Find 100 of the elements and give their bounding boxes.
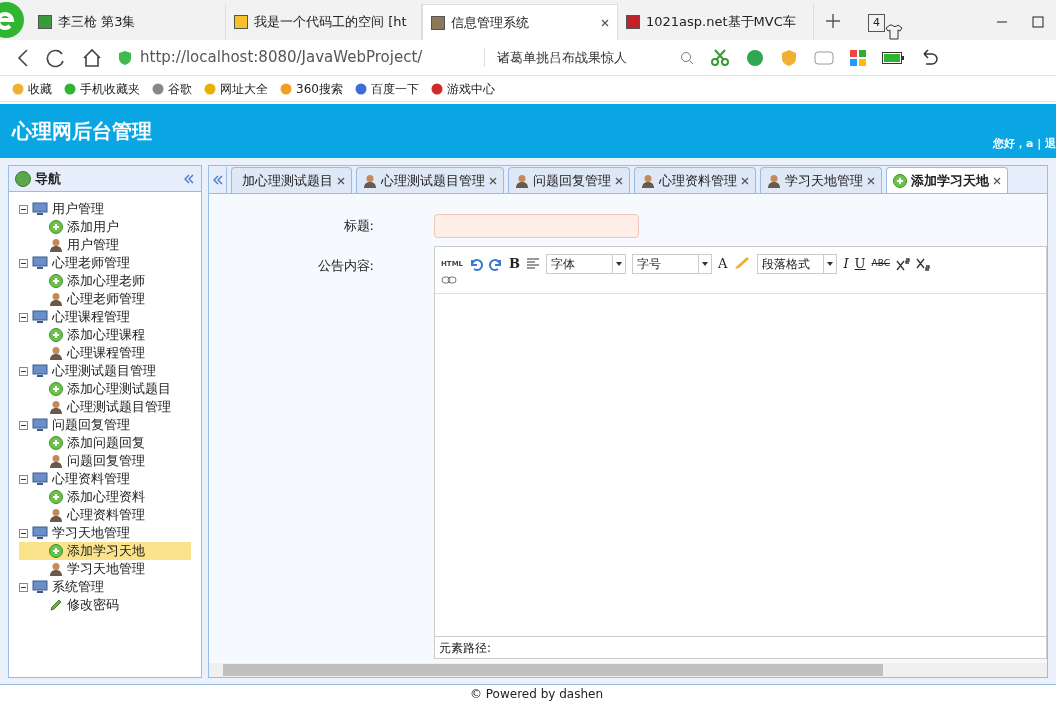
title-label: 标题:	[342, 217, 374, 236]
battery-icon[interactable]	[882, 51, 904, 64]
close-icon[interactable]	[615, 176, 623, 185]
content-tab[interactable]: 问题回复管理	[508, 167, 630, 193]
content-tab[interactable]: 加心理测试题目	[231, 167, 352, 193]
tree-item[interactable]: 添加学习天地	[19, 542, 191, 560]
bookmark-icon	[354, 82, 367, 95]
person-icon	[767, 173, 781, 188]
bookmark-link[interactable]: 网址大全	[204, 79, 268, 98]
tree-item[interactable]: 心理课程管理	[19, 344, 191, 362]
tree-group[interactable]: 心理测试题目管理	[19, 362, 191, 380]
tree-item[interactable]: 用户管理	[19, 236, 191, 254]
horizontal-scrollbar[interactable]	[209, 663, 1047, 677]
tree-group[interactable]: 问题回复管理	[19, 416, 191, 434]
minus-box-icon	[19, 582, 28, 592]
reload-icon[interactable]	[46, 47, 66, 68]
content-tab[interactable]: 添加学习天地	[886, 167, 1008, 193]
close-icon[interactable]	[993, 176, 1001, 185]
close-icon[interactable]	[489, 176, 497, 185]
close-icon[interactable]	[741, 176, 749, 185]
shirt-icon[interactable]	[885, 24, 903, 40]
tree-item[interactable]: 心理老师管理	[19, 290, 191, 308]
tree-group[interactable]: 心理老师管理	[19, 254, 191, 272]
bookmark-link[interactable]: 百度一下	[354, 79, 419, 98]
close-icon[interactable]	[337, 176, 345, 185]
tree-item[interactable]: 添加心理测试题目	[19, 380, 191, 398]
computer-icon	[32, 418, 48, 432]
tree-item[interactable]: 修改密码	[19, 596, 191, 614]
tree-item[interactable]: 问题回复管理	[19, 452, 191, 470]
bold-button[interactable]: B	[509, 254, 521, 274]
tree-group[interactable]: 心理资料管理	[19, 470, 191, 488]
plus-icon[interactable]	[826, 14, 840, 28]
subscript-icon[interactable]	[916, 257, 931, 271]
bookmark-link[interactable]: 收藏	[12, 79, 52, 98]
underline-button[interactable]: U	[854, 254, 866, 274]
dropdown-arrow-icon	[615, 261, 624, 267]
minus-box-icon	[19, 528, 28, 538]
close-icon[interactable]	[601, 18, 609, 27]
content-label: 公告内容:	[316, 257, 374, 275]
superscript-icon[interactable]	[896, 257, 911, 271]
close-icon[interactable]	[867, 176, 875, 185]
home-icon[interactable]	[82, 47, 102, 68]
minus-box-icon	[19, 366, 28, 376]
plus-circle-icon	[49, 220, 63, 234]
app-title: 心理网后台管理	[12, 118, 152, 145]
content-tab[interactable]: 学习天地管理	[760, 167, 882, 193]
tree-item[interactable]: 心理测试题目管理	[19, 398, 191, 416]
person-icon	[49, 454, 63, 468]
tree-group[interactable]: 系统管理	[19, 578, 191, 596]
computer-icon	[32, 526, 48, 540]
shield-icon	[118, 49, 132, 66]
font-select[interactable]: 字体	[546, 254, 627, 274]
tree-item[interactable]: 添加问题回复	[19, 434, 191, 452]
computer-icon	[32, 310, 48, 324]
search-field[interactable]: 诸葛单挑吕布战果惊人	[484, 47, 664, 68]
tree-item[interactable]: 心理资料管理	[19, 506, 191, 524]
plus-circle-icon	[49, 490, 63, 504]
align-icon[interactable]	[526, 258, 541, 270]
italic-button[interactable]: I	[843, 254, 849, 274]
page-favicon-icon	[626, 15, 640, 29]
format-select[interactable]: 段落格式	[757, 254, 838, 274]
apps-grid-icon[interactable]	[850, 49, 866, 66]
page-favicon-icon	[431, 15, 445, 30]
address-field[interactable]: http://localhost:8080/JavaWebProject/	[118, 43, 468, 72]
person-icon	[49, 508, 63, 522]
dropdown-arrow-icon	[826, 261, 835, 267]
content-tab[interactable]: 心理资料管理	[634, 167, 756, 193]
bookmark-icon	[152, 82, 164, 95]
bookmark-link[interactable]: 手机收藏夹	[64, 79, 140, 98]
content-tab[interactable]: 心理测试题目管理	[356, 167, 504, 193]
person-icon	[49, 562, 63, 576]
search-icon[interactable]	[680, 50, 694, 65]
bookmark-link[interactable]: 360搜索	[280, 79, 343, 98]
tree-item[interactable]: 学习天地管理	[19, 560, 191, 578]
scissors-icon[interactable]	[710, 48, 730, 67]
tree-group[interactable]: 心理课程管理	[19, 308, 191, 326]
browser-tab[interactable]: 信息管理系统	[422, 4, 618, 40]
link-icon[interactable]	[441, 275, 457, 285]
tree-item[interactable]: 添加用户	[19, 218, 191, 236]
tree-item[interactable]: 添加心理资料	[19, 488, 191, 506]
computer-icon	[32, 580, 48, 594]
redo-icon[interactable]	[489, 257, 504, 271]
strikethrough-button[interactable]: ABC	[871, 257, 891, 271]
minus-box-icon	[19, 204, 28, 214]
collapse-icon[interactable]	[183, 172, 195, 185]
tree-group[interactable]: 学习天地管理	[19, 524, 191, 542]
tree-group[interactable]: 用户管理	[19, 200, 191, 218]
size-select[interactable]: 字号	[632, 254, 713, 274]
bookmark-link[interactable]: 谷歌	[152, 79, 192, 98]
maximize-icon[interactable]	[1032, 16, 1044, 28]
undo-icon[interactable]	[920, 48, 938, 67]
tree-item[interactable]: 添加心理老师	[19, 272, 191, 290]
plus-circle-icon	[49, 274, 63, 288]
tree-item[interactable]: 添加心理课程	[19, 326, 191, 344]
bookmark-link[interactable]: 游戏中心	[430, 79, 495, 98]
back-icon[interactable]	[16, 48, 30, 67]
title-input[interactable]	[434, 214, 639, 238]
double-chevron-icon[interactable]	[211, 174, 224, 186]
tab-count-badge[interactable]: 4	[868, 13, 885, 32]
font-color-button[interactable]: A	[718, 254, 728, 274]
